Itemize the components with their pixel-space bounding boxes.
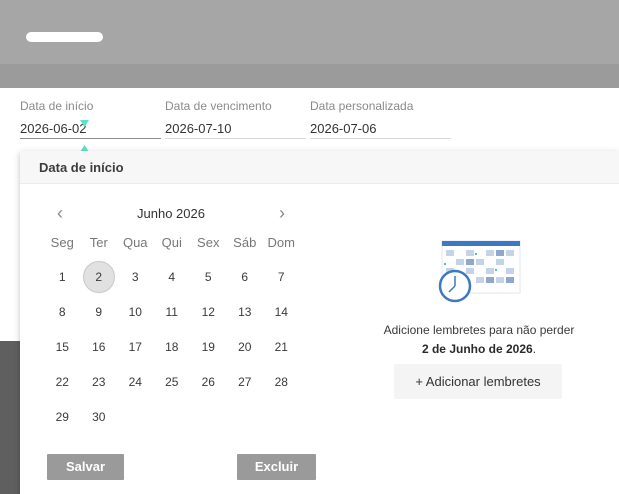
calendar-day[interactable]: 12 — [190, 294, 227, 329]
calendar-day[interactable]: 9 — [81, 294, 118, 329]
calendar-day-number: 10 — [128, 304, 142, 319]
start-date-input[interactable]: 2026-06-02 — [20, 121, 161, 139]
custom-date-input[interactable]: 2026-07-06 — [310, 121, 451, 139]
calendar-day-number: 28 — [274, 374, 288, 389]
calendar-day[interactable]: 29 — [44, 399, 81, 434]
header-logo-placeholder — [26, 32, 103, 42]
start-date-field[interactable]: Data de início 2026-06-02 — [20, 98, 161, 152]
reminder-text-before: Adicione lembretes para não perder — [383, 323, 575, 337]
calendar-nav: ‹ Junho 2026 › — [44, 203, 304, 227]
weekday-label: Seg — [50, 235, 74, 250]
calendar-day-number: 14 — [274, 304, 288, 319]
calendar-day-number: 3 — [131, 269, 139, 284]
calendar-day-number: 12 — [201, 304, 215, 319]
calendar-day-number: 11 — [165, 304, 178, 319]
calendar-day[interactable]: 1 — [44, 259, 81, 294]
calendar-day-number: 16 — [92, 339, 106, 354]
calendar-day[interactable]: 5 — [190, 259, 227, 294]
reminder-date: 2 de Junho de 2026 — [421, 342, 533, 356]
reminder-message: Adicione lembretes para não perder 2 de … — [382, 321, 576, 359]
weekday-label: Sáb — [233, 235, 257, 250]
calendar-day[interactable]: 28 — [263, 364, 300, 399]
calendar-day-number: 13 — [238, 304, 252, 319]
calendar-day-number: 23 — [92, 374, 106, 389]
calendar-day-number: 20 — [238, 339, 252, 354]
calendar-day[interactable]: 18 — [154, 329, 191, 364]
calendar-day-number: 30 — [92, 409, 106, 424]
calendar-day-number: 17 — [128, 339, 142, 354]
calendar-day[interactable]: 22 — [44, 364, 81, 399]
save-button[interactable]: Salvar — [47, 454, 124, 480]
calendar-day-number: 19 — [201, 339, 215, 354]
calendar-day[interactable]: 3 — [117, 259, 154, 294]
calendar-day[interactable]: 17 — [117, 329, 154, 364]
calendar-day[interactable]: 15 — [44, 329, 81, 364]
calendar-day-number: 15 — [55, 339, 69, 354]
calendar-clock-icon — [438, 240, 521, 303]
calendar-day[interactable]: 26 — [190, 364, 227, 399]
calendar-day[interactable]: 19 — [190, 329, 227, 364]
calendar-day-number: 4 — [168, 269, 176, 284]
due-date-field[interactable]: Data de vencimento 2026-07-10 — [165, 98, 306, 139]
calendar-day-number: 5 — [204, 269, 212, 284]
date-picker-popup: Data de início ‹ Junho 2026 › Seg Ter Qu… — [20, 151, 619, 494]
due-date-input[interactable]: 2026-07-10 — [165, 121, 306, 139]
calendar-day-number: 9 — [95, 304, 103, 319]
calendar-day[interactable]: 23 — [81, 364, 118, 399]
calendar-day-number: 18 — [165, 339, 179, 354]
delete-button[interactable]: Excluir — [237, 454, 316, 480]
weekday-label: Sex — [197, 235, 220, 250]
custom-date-label: Data personalizada — [310, 99, 414, 113]
weekday-label: Dom — [267, 235, 295, 250]
calendar-day[interactable]: 11 — [154, 294, 191, 329]
weekday-label: Qui — [161, 235, 182, 250]
month-title: Junho 2026 — [137, 206, 205, 221]
due-date-label: Data de vencimento — [165, 99, 272, 113]
app-header — [0, 0, 619, 64]
calendar-day[interactable]: 25 — [154, 364, 191, 399]
calendar-day[interactable]: 14 — [263, 294, 300, 329]
chevron-right-icon[interactable]: › — [272, 203, 292, 225]
calendar-day[interactable]: 30 — [81, 399, 118, 434]
weekday-label: Qua — [122, 235, 148, 250]
text-cursor-top-handle-icon — [80, 120, 89, 127]
calendar-day[interactable]: 24 — [117, 364, 154, 399]
calendar-day[interactable]: 7 — [263, 259, 300, 294]
calendar-day-number: 29 — [55, 409, 69, 424]
calendar-day[interactable]: 20 — [227, 329, 264, 364]
calendar-day-number: 21 — [274, 339, 288, 354]
calendar-day-number: 27 — [238, 374, 252, 389]
calendar-day[interactable]: 21 — [263, 329, 300, 364]
calendar-day[interactable]: 16 — [81, 329, 118, 364]
calendar-day-number: 26 — [201, 374, 215, 389]
calendar-day-number: 24 — [128, 374, 142, 389]
header-toolbar — [0, 64, 619, 88]
popup-title: Data de início — [20, 151, 619, 184]
calendar-days: 1 2 3 4 5 6 7 8 9 10 11 12 13 14 15 16 17 18 19 20 21 22 23 24 2… — [44, 259, 300, 434]
calendar-day[interactable]: 13 — [227, 294, 264, 329]
calendar-day-number: 8 — [58, 304, 66, 319]
weekday-label: Ter — [89, 235, 108, 250]
add-reminders-button[interactable]: + Adicionar lembretes — [394, 364, 562, 399]
reminder-text-after: . — [532, 342, 537, 356]
calendar-day[interactable]: 6 — [227, 259, 264, 294]
calendar-day-number: 25 — [165, 374, 179, 389]
calendar-day-number: 2 — [82, 260, 115, 293]
calendar-day[interactable]: 10 — [117, 294, 154, 329]
calendar-day[interactable]: 8 — [44, 294, 81, 329]
weekday-header: Seg Ter Qua Qui Sex Sáb Dom — [44, 233, 304, 253]
calendar-day-number: 1 — [58, 269, 66, 284]
start-date-label: Data de início — [20, 99, 94, 113]
calendar-day-number: 22 — [55, 374, 69, 389]
calendar: ‹ Junho 2026 › Seg Ter Qua Qui Sex Sáb D… — [44, 203, 304, 434]
calendar-day-number: 6 — [241, 269, 249, 284]
calendar-day[interactable]: 27 — [227, 364, 264, 399]
custom-date-field[interactable]: Data personalizada 2026-07-06 — [310, 98, 451, 139]
calendar-day[interactable]: 4 — [154, 259, 191, 294]
calendar-day[interactable]: 2 — [81, 259, 118, 294]
calendar-day-number: 7 — [277, 269, 285, 284]
